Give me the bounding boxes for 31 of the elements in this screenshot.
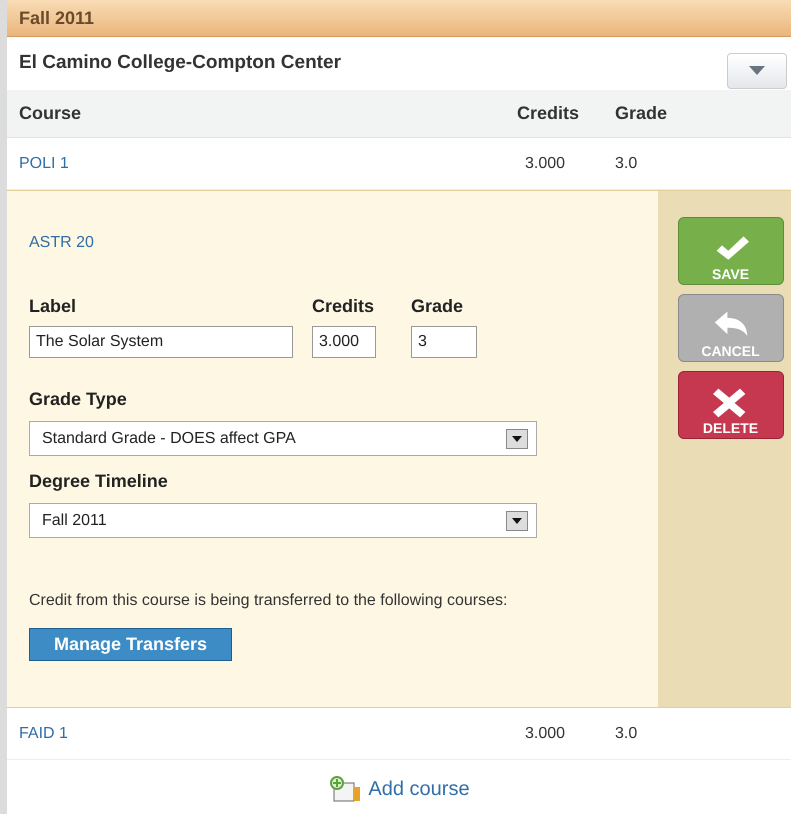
input-field[interactable]: 3 <box>411 326 477 358</box>
add-note-icon <box>328 775 362 803</box>
column-header: Grade <box>615 102 668 125</box>
select-value: Standard Grade - DOES affect GPA <box>42 428 296 448</box>
credits-cell-text: 3.000 <box>524 724 566 744</box>
field-label: Grade Type <box>29 388 128 411</box>
grade-cell-text: 3.0 <box>615 154 638 174</box>
course-link[interactable]: ASTR 20 <box>29 231 94 255</box>
column-header: Credits <box>517 102 580 125</box>
credits-cell-text: 3.000 <box>524 154 566 174</box>
delete-button[interactable]: DELETE <box>678 371 784 439</box>
course-link[interactable]: FAID 1 <box>19 722 517 746</box>
input-field[interactable]: The Solar System <box>29 326 293 358</box>
field-label: Grade <box>411 295 464 318</box>
input-field[interactable]: 3.000 <box>312 326 376 358</box>
select-field[interactable]: Fall 2011 <box>29 503 537 538</box>
select-value: Fall 2011 <box>42 510 107 530</box>
field-label: Credits <box>312 295 376 318</box>
term-title: Fall 2011 <box>19 6 94 30</box>
column-header: Course <box>19 102 82 125</box>
transfer-note: Credit from this course is being transferred to the following courses: <box>29 591 508 611</box>
institution-name: El Camino College-Compton Center <box>19 51 341 76</box>
manage-transfers-button[interactable]: Manage Transfers <box>29 628 232 661</box>
caret-down-icon <box>749 66 765 75</box>
select-field[interactable]: Standard Grade - DOES affect GPA <box>29 421 537 456</box>
add-course-link[interactable]: Add course <box>368 774 470 804</box>
grade-cell-text: 3.0 <box>615 724 638 744</box>
dropdown-button[interactable] <box>727 52 787 88</box>
field-label: Degree Timeline <box>29 470 169 493</box>
course-link[interactable]: POLI 1 <box>19 152 517 176</box>
field-label: Label <box>29 295 78 318</box>
